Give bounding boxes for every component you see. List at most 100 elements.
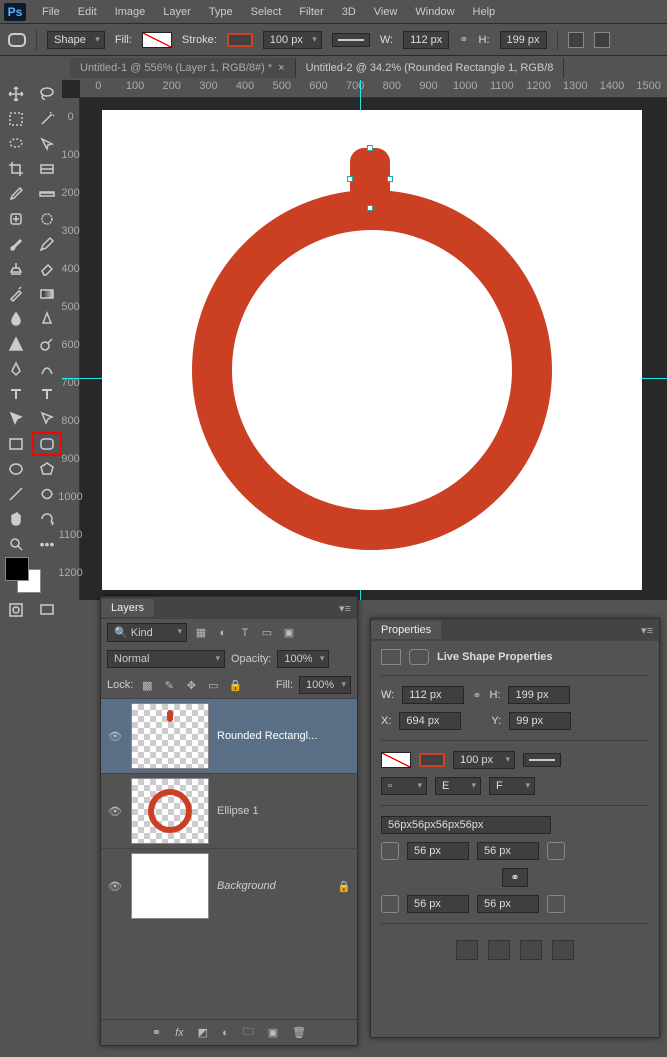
stroke-style-dropdown[interactable] xyxy=(332,33,370,47)
lasso-poly-tool-icon[interactable] xyxy=(1,132,31,156)
path-select-icon[interactable] xyxy=(1,407,31,431)
panel-header[interactable]: Layers ▾≡ xyxy=(101,597,357,619)
vertical-type-icon[interactable] xyxy=(32,382,62,406)
fill-swatch[interactable] xyxy=(142,32,172,48)
panel-tab-layers[interactable]: Layers xyxy=(101,599,154,617)
blend-mode-dropdown[interactable]: Normal xyxy=(107,650,225,668)
brush-tool-icon[interactable] xyxy=(1,232,31,256)
lock-pixels-icon[interactable]: ✎ xyxy=(161,677,177,693)
ruler-tool-icon[interactable] xyxy=(32,182,62,206)
stroke-width-field[interactable]: 100 px xyxy=(453,751,515,769)
menu-type[interactable]: Type xyxy=(201,3,241,21)
group-icon[interactable]: 🗀 xyxy=(243,1023,254,1042)
layer-name[interactable]: Ellipse 1 xyxy=(217,805,351,817)
link-wh-icon[interactable] xyxy=(472,689,481,702)
slice-tool-icon[interactable] xyxy=(32,157,62,181)
y-field[interactable]: 99 px xyxy=(509,712,571,730)
layer-thumbnail[interactable] xyxy=(131,703,209,769)
stroke-swatch[interactable] xyxy=(227,33,253,47)
triangle-icon[interactable] xyxy=(1,332,31,356)
sharpen-tool-icon[interactable] xyxy=(32,307,62,331)
mask-icon[interactable]: ◩ xyxy=(198,1026,208,1039)
marquee-tool-icon[interactable] xyxy=(1,107,31,131)
stroke-corners-dropdown[interactable]: F xyxy=(489,777,535,795)
quick-mask-icon[interactable] xyxy=(1,598,31,622)
filter-adjust-icon[interactable]: ◐ xyxy=(215,625,231,641)
move-tool-icon[interactable] xyxy=(1,82,31,106)
pen-tool-icon[interactable] xyxy=(1,357,31,381)
align-edges-icon[interactable] xyxy=(594,32,610,48)
hand-tool-icon[interactable] xyxy=(1,507,31,531)
close-tab-icon[interactable]: × xyxy=(278,62,284,74)
properties-panel[interactable]: Properties ▾≡ Live Shape Properties W: 1… xyxy=(370,618,660,1038)
stroke-swatch[interactable] xyxy=(419,753,445,767)
height-field[interactable]: 199 px xyxy=(500,31,547,49)
w-field[interactable]: 112 px xyxy=(402,686,464,704)
canvas[interactable] xyxy=(102,110,642,590)
path-ops-icon[interactable] xyxy=(568,32,584,48)
doc-tab-1[interactable]: Untitled-1 @ 556% (Layer 1, RGB/8#) *× xyxy=(70,58,296,78)
blur-tool-icon[interactable] xyxy=(1,307,31,331)
rotate-view-icon[interactable] xyxy=(32,507,62,531)
menu-file[interactable]: File xyxy=(34,3,68,21)
layers-panel[interactable]: Layers ▾≡ 🔍 Kind ▦ ◐ T ▭ ▣ Normal Opacit… xyxy=(100,596,358,1046)
lasso-tool-icon[interactable] xyxy=(32,82,62,106)
link-layers-icon[interactable]: ⚭ xyxy=(152,1026,161,1039)
ruler-vertical[interactable]: 0 100 200 300 400 500 600 700 800 900 10… xyxy=(62,98,80,600)
layer-name[interactable]: Background xyxy=(217,880,329,892)
corner-bl-field[interactable]: 56 px xyxy=(407,895,469,913)
lock-position-icon[interactable]: ✥ xyxy=(183,677,199,693)
combine-shapes-icon[interactable] xyxy=(456,940,478,960)
delete-layer-icon[interactable]: 🗑 xyxy=(292,1026,306,1039)
lock-all-icon[interactable]: 🔒 xyxy=(227,677,243,693)
lock-transparency-icon[interactable]: ▩ xyxy=(139,677,155,693)
width-field[interactable]: 112 px xyxy=(403,31,449,49)
gradient-tool-icon[interactable] xyxy=(32,282,62,306)
pencil-tool-icon[interactable] xyxy=(32,232,62,256)
layer-thumbnail[interactable] xyxy=(131,853,209,919)
more-tools-icon[interactable]: ••• xyxy=(32,532,62,556)
corner-radius-combined[interactable]: 56px56px56px56px xyxy=(381,816,551,834)
panel-menu-icon[interactable]: ▾≡ xyxy=(635,624,659,637)
layer-item[interactable]: 👁 Ellipse 1 xyxy=(101,773,357,848)
intersect-shapes-icon[interactable] xyxy=(520,940,542,960)
direct-select-icon[interactable] xyxy=(32,407,62,431)
visibility-toggle-icon[interactable]: 👁 xyxy=(107,880,123,893)
corner-tl-field[interactable]: 56 px xyxy=(407,842,469,860)
layer-item[interactable]: 👁 Rounded Rectangl... xyxy=(101,698,357,773)
adjustment-icon[interactable]: ◐ xyxy=(222,1027,229,1039)
ellipse-shape[interactable] xyxy=(192,190,552,550)
rectangle-tool-icon[interactable] xyxy=(1,432,31,456)
quick-select-tool-icon[interactable] xyxy=(32,132,62,156)
ellipse-tool-icon[interactable] xyxy=(1,457,31,481)
filter-type-icon[interactable]: T xyxy=(237,625,253,641)
stamp-tool-icon[interactable] xyxy=(1,257,31,281)
history-brush-icon[interactable] xyxy=(1,282,31,306)
panel-menu-icon[interactable]: ▾≡ xyxy=(333,602,357,615)
lock-artboard-icon[interactable]: ▭ xyxy=(205,677,221,693)
freeform-pen-icon[interactable] xyxy=(32,357,62,381)
subtract-shapes-icon[interactable] xyxy=(488,940,510,960)
corner-link-toggle[interactable]: ⚭ xyxy=(502,868,528,887)
menu-layer[interactable]: Layer xyxy=(155,3,199,21)
fx-icon[interactable]: fx xyxy=(175,1027,184,1039)
filter-smart-icon[interactable]: ▣ xyxy=(281,625,297,641)
eraser-tool-icon[interactable] xyxy=(32,257,62,281)
stroke-style-dropdown[interactable] xyxy=(523,753,561,767)
filter-pixel-icon[interactable]: ▦ xyxy=(193,625,209,641)
menu-image[interactable]: Image xyxy=(107,3,154,21)
crop-tool-icon[interactable] xyxy=(1,157,31,181)
menu-select[interactable]: Select xyxy=(243,3,290,21)
layer-fill-field[interactable]: 100% xyxy=(299,676,351,694)
screen-mode-icon[interactable] xyxy=(32,598,62,622)
opacity-field[interactable]: 100% xyxy=(277,650,329,668)
h-field[interactable]: 199 px xyxy=(508,686,570,704)
dodge-tool-icon[interactable] xyxy=(32,332,62,356)
stroke-caps-dropdown[interactable]: E xyxy=(435,777,481,795)
corner-tr-field[interactable]: 56 px xyxy=(477,842,539,860)
menu-view[interactable]: View xyxy=(366,3,406,21)
menu-help[interactable]: Help xyxy=(465,3,504,21)
eyedropper-tool-icon[interactable] xyxy=(1,182,31,206)
visibility-toggle-icon[interactable]: 👁 xyxy=(107,730,123,743)
x-field[interactable]: 694 px xyxy=(399,712,461,730)
